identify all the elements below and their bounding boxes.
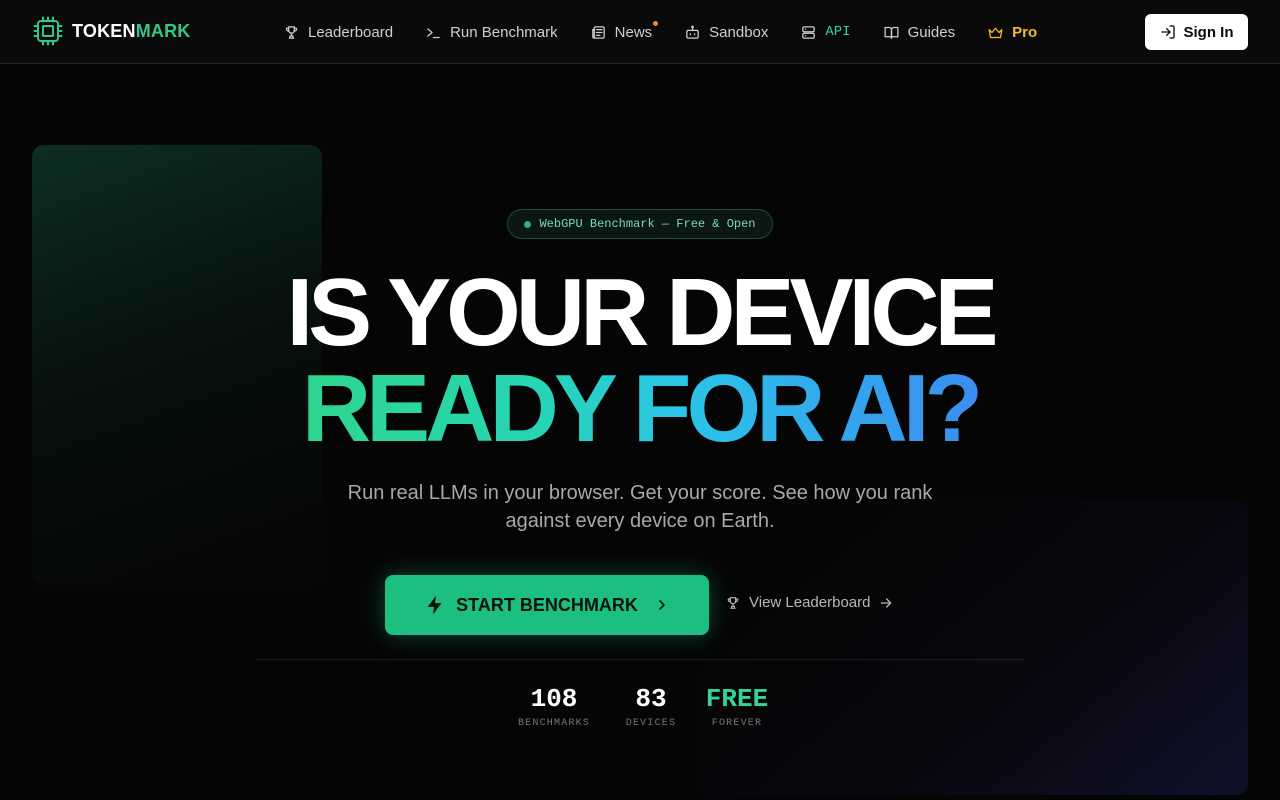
start-benchmark-label: START BENCHMARK: [456, 594, 638, 615]
hero-badge: WebGPU Benchmark — Free & Open: [507, 209, 773, 239]
crown-icon: [988, 27, 1003, 38]
stat-value: FREE: [705, 684, 769, 714]
hero-headline-gradient-text: READY FOR AI?: [301, 355, 983, 462]
sign-in-button[interactable]: Sign In: [1145, 14, 1248, 50]
view-leaderboard-label: View Leaderboard: [749, 594, 871, 611]
stat-label: FOREVER: [711, 718, 763, 729]
hero-glow-right: [700, 500, 1248, 795]
login-icon: [1160, 25, 1175, 39]
nav-label: Guides: [907, 23, 956, 41]
hero-subtitle: Run real LLMs in your browser. Get your …: [347, 482, 933, 532]
stat-value: 108: [530, 684, 578, 714]
nav-label: Sandbox: [709, 23, 769, 41]
terminal-icon: [427, 27, 440, 38]
hero-badge-text: WebGPU Benchmark — Free & Open: [539, 217, 756, 231]
hero-headline-line2: READY FOR AI?: [0, 361, 1280, 457]
nav-item-run-benchmark[interactable]: Run Benchmark: [425, 24, 558, 41]
logo-text-part2: MARK: [135, 20, 191, 41]
logo-text: TOKENMARK: [72, 21, 190, 42]
nav-item-sandbox[interactable]: Sandbox: [684, 24, 768, 41]
nav-links: Leaderboard Run Benchmark News Sandbox A…: [283, 0, 1069, 64]
top-nav: TOKENMARK Leaderboard Run Benchmark News…: [0, 0, 1280, 64]
book-icon: [884, 26, 899, 39]
stat-benchmarks: 108 BENCHMARKS: [514, 684, 594, 729]
nav-item-news[interactable]: News: [590, 20, 659, 41]
nav-label: Pro: [1012, 23, 1038, 41]
nav-label: Run Benchmark: [450, 23, 558, 41]
nav-label: API: [825, 24, 851, 40]
stat-label: DEVICES: [625, 718, 677, 729]
server-icon: [802, 25, 816, 39]
nav-item-pro[interactable]: Pro: [987, 24, 1037, 41]
status-dot: [524, 220, 532, 228]
logo-text-part1: TOKEN: [72, 20, 136, 41]
stat-devices: 83 DEVICES: [624, 684, 678, 729]
nav-label: News: [614, 23, 653, 41]
logo[interactable]: TOKENMARK: [33, 16, 190, 46]
nav-item-leaderboard[interactable]: Leaderboard: [283, 24, 393, 41]
arrow-right-icon: [881, 597, 892, 608]
stat-value: 83: [635, 684, 667, 714]
stat-free: FREE FOREVER: [704, 684, 770, 729]
start-benchmark-button[interactable]: START BENCHMARK: [385, 575, 709, 635]
nav-item-api[interactable]: API: [800, 24, 851, 41]
chevron-right-icon: [659, 600, 665, 610]
news-notification-dot: [653, 20, 659, 26]
newspaper-icon: [591, 25, 605, 39]
stat-label: BENCHMARKS: [517, 718, 590, 729]
nav-label: Leaderboard: [308, 23, 394, 41]
view-leaderboard-link[interactable]: View Leaderboard: [725, 594, 894, 611]
divider: [256, 659, 1024, 660]
lightning-icon: [427, 595, 442, 615]
bot-icon: [686, 24, 699, 39]
nav-item-guides[interactable]: Guides: [883, 23, 956, 41]
hero-headline-line1: IS YOUR DEVICE: [286, 259, 998, 366]
trophy-icon: [285, 25, 298, 39]
chip-icon: [33, 16, 63, 46]
sign-in-label: Sign In: [1183, 23, 1234, 41]
trophy-icon: [727, 596, 739, 609]
